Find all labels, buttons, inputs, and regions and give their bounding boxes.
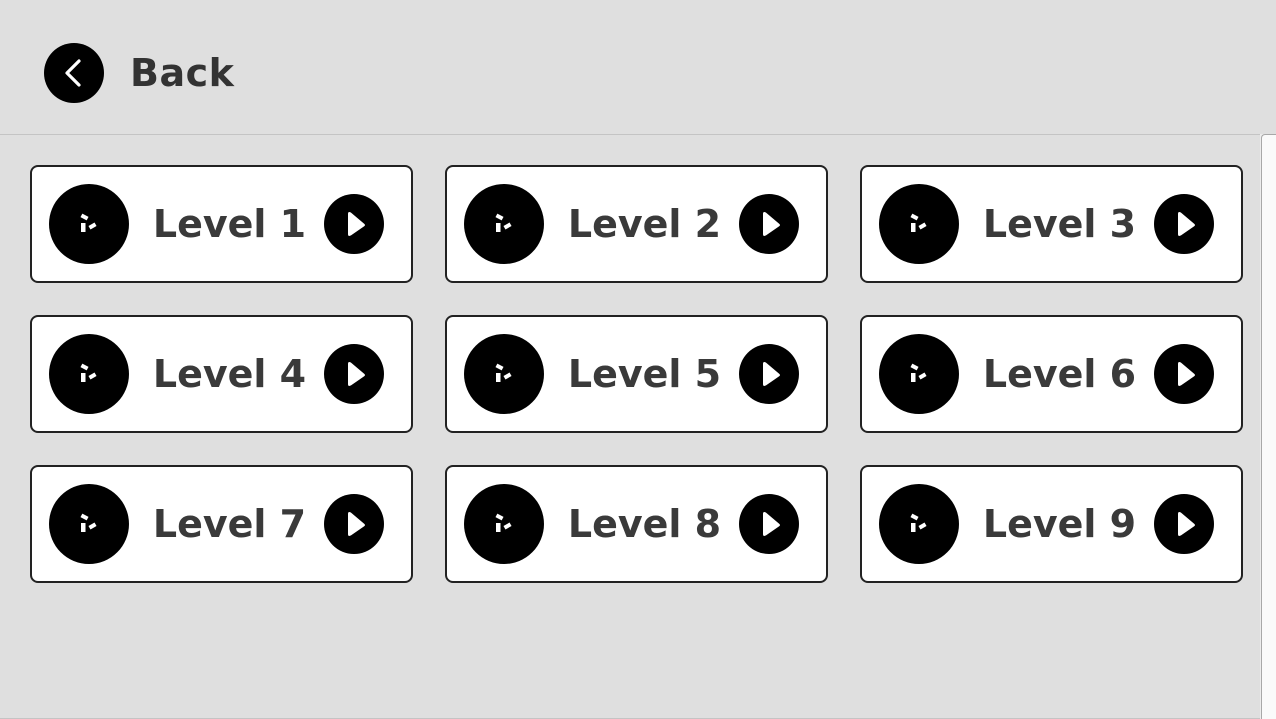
play-icon bbox=[1178, 512, 1195, 536]
back-label: Back bbox=[130, 51, 235, 95]
level-label: Level 1 bbox=[152, 202, 307, 246]
level-label: Level 6 bbox=[982, 352, 1137, 396]
play-icon bbox=[348, 212, 365, 236]
play-icon bbox=[348, 512, 365, 536]
cube-logo-icon bbox=[879, 334, 959, 414]
play-button[interactable] bbox=[739, 194, 799, 254]
play-icon bbox=[763, 362, 780, 386]
level-card-3[interactable]: Level 3 bbox=[860, 165, 1243, 283]
level-list-panel: Level 1 Level 2 Level 3 Level 4 Level 5 … bbox=[0, 134, 1260, 719]
cube-logo-icon bbox=[464, 334, 544, 414]
header-bar: Back bbox=[0, 0, 1276, 134]
play-button[interactable] bbox=[739, 494, 799, 554]
level-card-6[interactable]: Level 6 bbox=[860, 315, 1243, 433]
level-label: Level 3 bbox=[982, 202, 1137, 246]
play-button[interactable] bbox=[1154, 494, 1214, 554]
level-label: Level 9 bbox=[982, 502, 1137, 546]
play-icon bbox=[763, 512, 780, 536]
play-button[interactable] bbox=[1154, 194, 1214, 254]
cube-logo-icon bbox=[464, 184, 544, 264]
cube-logo-icon bbox=[464, 484, 544, 564]
level-label: Level 4 bbox=[152, 352, 307, 396]
play-button[interactable] bbox=[1154, 344, 1214, 404]
level-label: Level 8 bbox=[567, 502, 722, 546]
play-icon bbox=[348, 362, 365, 386]
level-card-8[interactable]: Level 8 bbox=[445, 465, 828, 583]
play-icon bbox=[1178, 212, 1195, 236]
cube-logo-icon bbox=[49, 484, 129, 564]
play-icon bbox=[763, 212, 780, 236]
cube-logo-icon bbox=[879, 484, 959, 564]
level-label: Level 2 bbox=[567, 202, 722, 246]
play-button[interactable] bbox=[324, 194, 384, 254]
cube-logo-icon bbox=[49, 334, 129, 414]
play-button[interactable] bbox=[324, 494, 384, 554]
level-grid: Level 1 Level 2 Level 3 Level 4 Level 5 … bbox=[30, 165, 1243, 583]
play-button[interactable] bbox=[324, 344, 384, 404]
level-card-4[interactable]: Level 4 bbox=[30, 315, 413, 433]
level-label: Level 7 bbox=[152, 502, 307, 546]
play-button[interactable] bbox=[739, 344, 799, 404]
scrollbar-thumb[interactable] bbox=[1261, 134, 1276, 719]
level-card-1[interactable]: Level 1 bbox=[30, 165, 413, 283]
level-card-9[interactable]: Level 9 bbox=[860, 465, 1243, 583]
chevron-left-icon bbox=[44, 43, 104, 103]
level-card-5[interactable]: Level 5 bbox=[445, 315, 828, 433]
back-button[interactable]: Back bbox=[44, 43, 234, 103]
cube-logo-icon bbox=[49, 184, 129, 264]
cube-logo-icon bbox=[879, 184, 959, 264]
vertical-scrollbar[interactable] bbox=[1260, 134, 1276, 719]
level-card-2[interactable]: Level 2 bbox=[445, 165, 828, 283]
level-card-7[interactable]: Level 7 bbox=[30, 465, 413, 583]
play-icon bbox=[1178, 362, 1195, 386]
level-label: Level 5 bbox=[567, 352, 722, 396]
